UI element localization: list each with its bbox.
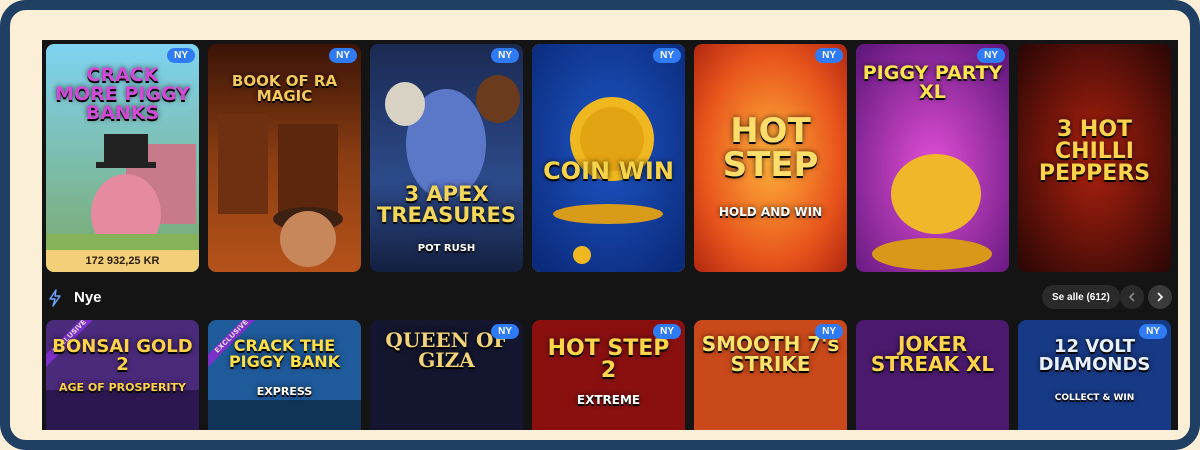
chevron-right-icon <box>1157 292 1164 302</box>
next-button[interactable] <box>1148 285 1172 309</box>
game-tile-piggy-party-xl[interactable]: PIGGY PARTY XL NY <box>856 44 1009 272</box>
new-badge: NY <box>977 48 1005 63</box>
game-tile-queen-of-giza[interactable]: QUEEN OF GIZA NY <box>370 320 523 430</box>
game-title: JOKER STREAK XL <box>870 332 995 376</box>
game-subtitle: EXPRESS <box>256 385 313 398</box>
game-title: 3 APEX TREASURES <box>377 182 516 227</box>
game-subtitle: AGE OF PROSPERITY <box>59 381 186 394</box>
game-tile-book-of-ra-magic[interactable]: BOOK OF RA MAGIC NY <box>208 44 361 272</box>
lightning-bolt-icon <box>49 289 61 307</box>
new-badge: NY <box>491 324 519 339</box>
game-tile-crack-more-piggy-banks[interactable]: CRACK MORE PIGGY BANKS NY 172 932,25 KR <box>46 44 199 272</box>
game-title: CRACK MORE PIGGY BANKS <box>55 64 190 124</box>
game-title: HOT STEP <box>722 111 819 185</box>
game-title: PIGGY PARTY XL <box>862 62 1003 103</box>
new-badge: NY <box>653 48 681 63</box>
game-subtitle: COLLECT & WIN <box>1054 393 1135 403</box>
new-badge: NY <box>815 48 843 63</box>
game-title: 12 VOLT DIAMONDS <box>1038 336 1151 375</box>
new-badge: NY <box>167 48 195 63</box>
game-tile-3-hot-chilli-peppers[interactable]: 3 HOT CHILLI PEPPERS <box>1018 44 1171 272</box>
new-badge: NY <box>653 324 681 339</box>
game-tile-coin-win[interactable]: COIN WIN NY <box>532 44 685 272</box>
game-subtitle: EXTREME <box>576 393 641 407</box>
game-title: HOT STEP 2 <box>547 336 670 383</box>
game-tile-hot-step[interactable]: HOT STEP HOLD AND WIN NY <box>694 44 847 272</box>
jackpot-amount: 172 932,25 KR <box>46 250 199 272</box>
new-badge: NY <box>1139 324 1167 339</box>
section-header-new: Nye Se alle (612) <box>42 280 1178 314</box>
new-badge: NY <box>815 324 843 339</box>
section-title: Nye <box>74 289 102 306</box>
new-badge: NY <box>329 48 357 63</box>
game-tile-joker-streak-xl[interactable]: JOKER STREAK XL <box>856 320 1009 430</box>
device-frame: CRACK MORE PIGGY BANKS NY 172 932,25 KR … <box>0 0 1200 450</box>
game-tile-12-volt-diamonds[interactable]: 12 VOLT DIAMONDS COLLECT & WIN NY <box>1018 320 1171 430</box>
game-subtitle: HOLD AND WIN <box>718 205 823 219</box>
chevron-left-icon <box>1128 292 1135 302</box>
game-tile-hot-step-2[interactable]: HOT STEP 2 EXTREME NY <box>532 320 685 430</box>
see-all-button[interactable]: Se alle (612) <box>1042 285 1120 309</box>
game-tile-smooth-7s-strike[interactable]: SMOOTH 7's STRIKE NY <box>694 320 847 430</box>
game-tile-crack-the-piggy-bank[interactable]: EXCLUSIVE CRACK THE PIGGY BANK EXPRESS <box>208 320 361 430</box>
game-title: CRACK THE PIGGY BANK <box>228 336 341 371</box>
game-tile-bonsai-gold-2[interactable]: EXCLUSIVE BONSAI GOLD 2 AGE OF PROSPERIT… <box>46 320 199 430</box>
game-title: BONSAI GOLD 2 <box>52 336 193 375</box>
game-title: COIN WIN <box>543 157 674 185</box>
game-title: SMOOTH 7's STRIKE <box>701 332 840 376</box>
top-game-row: CRACK MORE PIGGY BANKS NY 172 932,25 KR … <box>46 44 1171 272</box>
previous-button[interactable] <box>1120 285 1144 309</box>
new-badge: NY <box>491 48 519 63</box>
game-art <box>370 44 523 272</box>
game-subtitle: POT RUSH <box>417 243 476 254</box>
game-tile-3-apex-treasures[interactable]: 3 APEX TREASURES POT RUSH NY <box>370 44 523 272</box>
game-title: BOOK OF RA MAGIC <box>231 72 338 105</box>
casino-screen: CRACK MORE PIGGY BANKS NY 172 932,25 KR … <box>42 40 1178 430</box>
new-games-row: EXCLUSIVE BONSAI GOLD 2 AGE OF PROSPERIT… <box>46 320 1171 430</box>
game-title: 3 HOT CHILLI PEPPERS <box>1038 117 1151 186</box>
